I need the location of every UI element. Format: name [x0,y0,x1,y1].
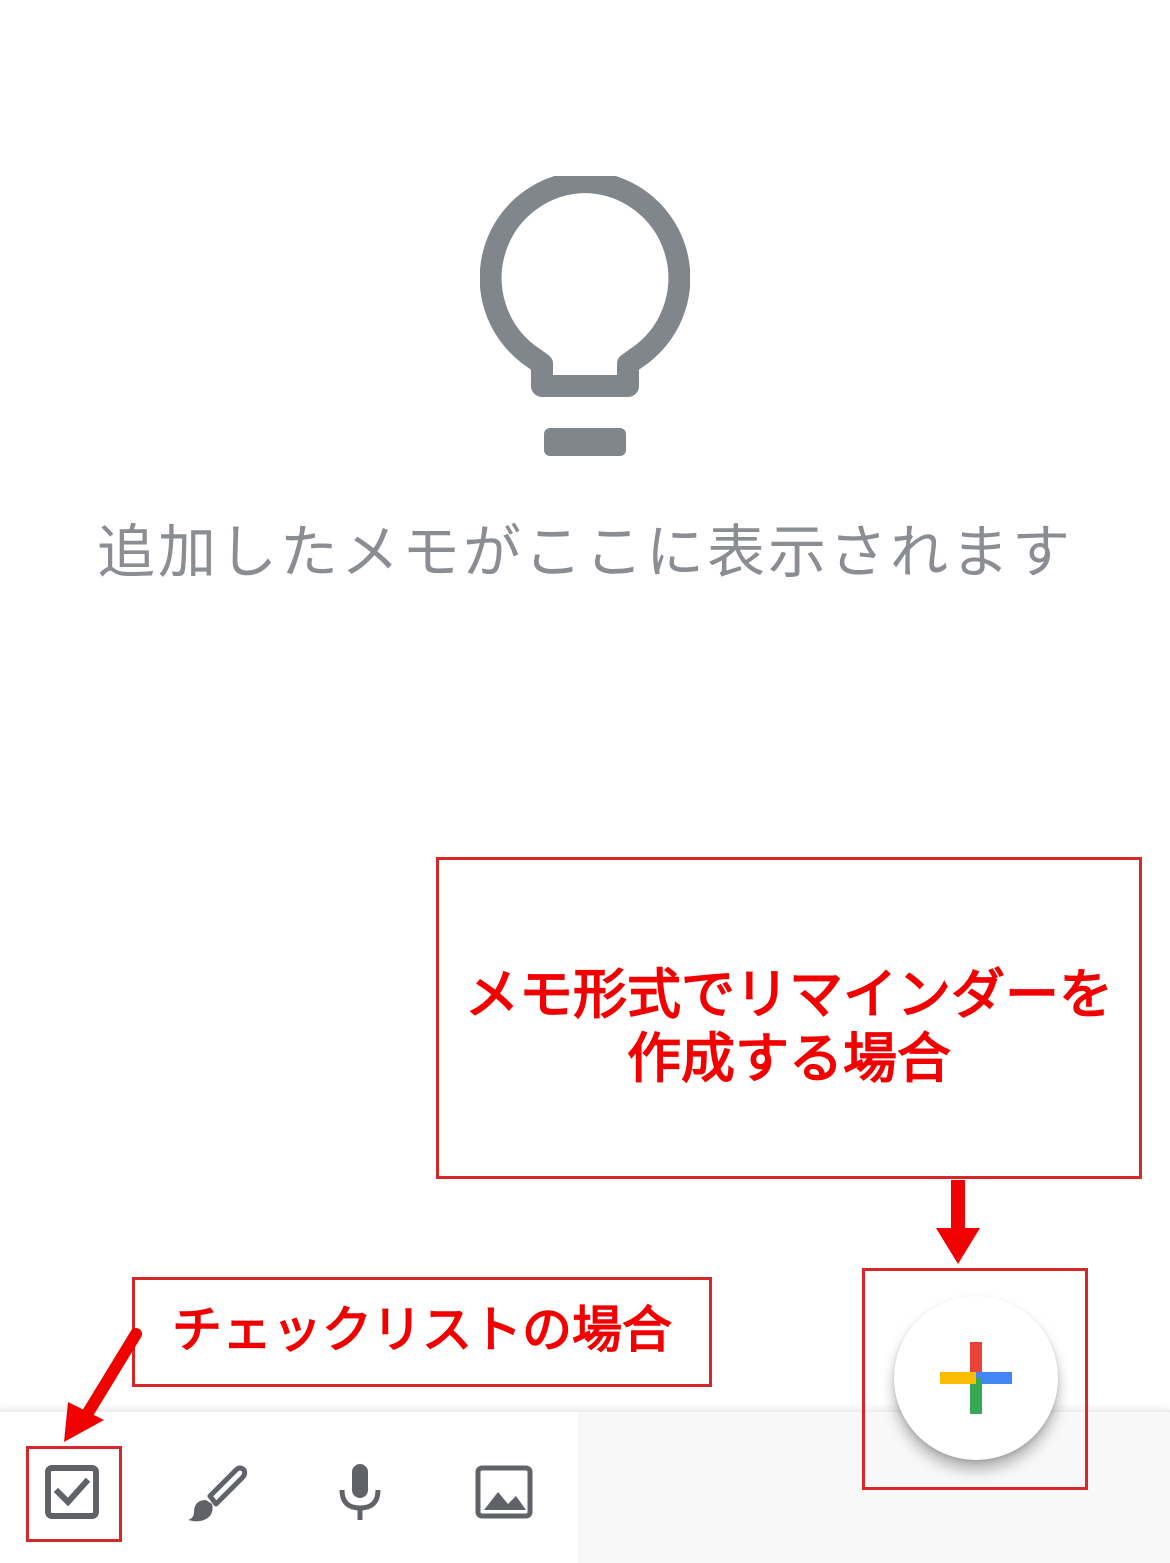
microphone-icon [339,1464,381,1520]
annotation-fab-box [862,1268,1088,1490]
new-image-button[interactable] [472,1460,536,1524]
annotation-arrow-down [936,1180,980,1264]
lightbulb-icon [480,176,690,456]
annotation-arrow-diagonal [64,1328,142,1442]
new-audio-button[interactable] [328,1460,392,1524]
new-drawing-button[interactable] [184,1460,248,1524]
annotation-checklist-label: チェックリストの場合 [172,1301,672,1359]
annotation-memo-line2: 作成する場合 [627,1027,951,1090]
image-icon [475,1465,533,1519]
empty-state-message: 追加したメモがここに表示されます [96,518,1073,586]
brush-icon [188,1465,248,1522]
keep-empty-screen: 追加したメモがここに表示されます メモ形式でリマインダーを 作成する場合 チェッ… [0,0,1170,1563]
annotation-memo-line1: メモ形式でリマインダーを [465,963,1113,1026]
annotation-checkbox-box [26,1446,122,1542]
